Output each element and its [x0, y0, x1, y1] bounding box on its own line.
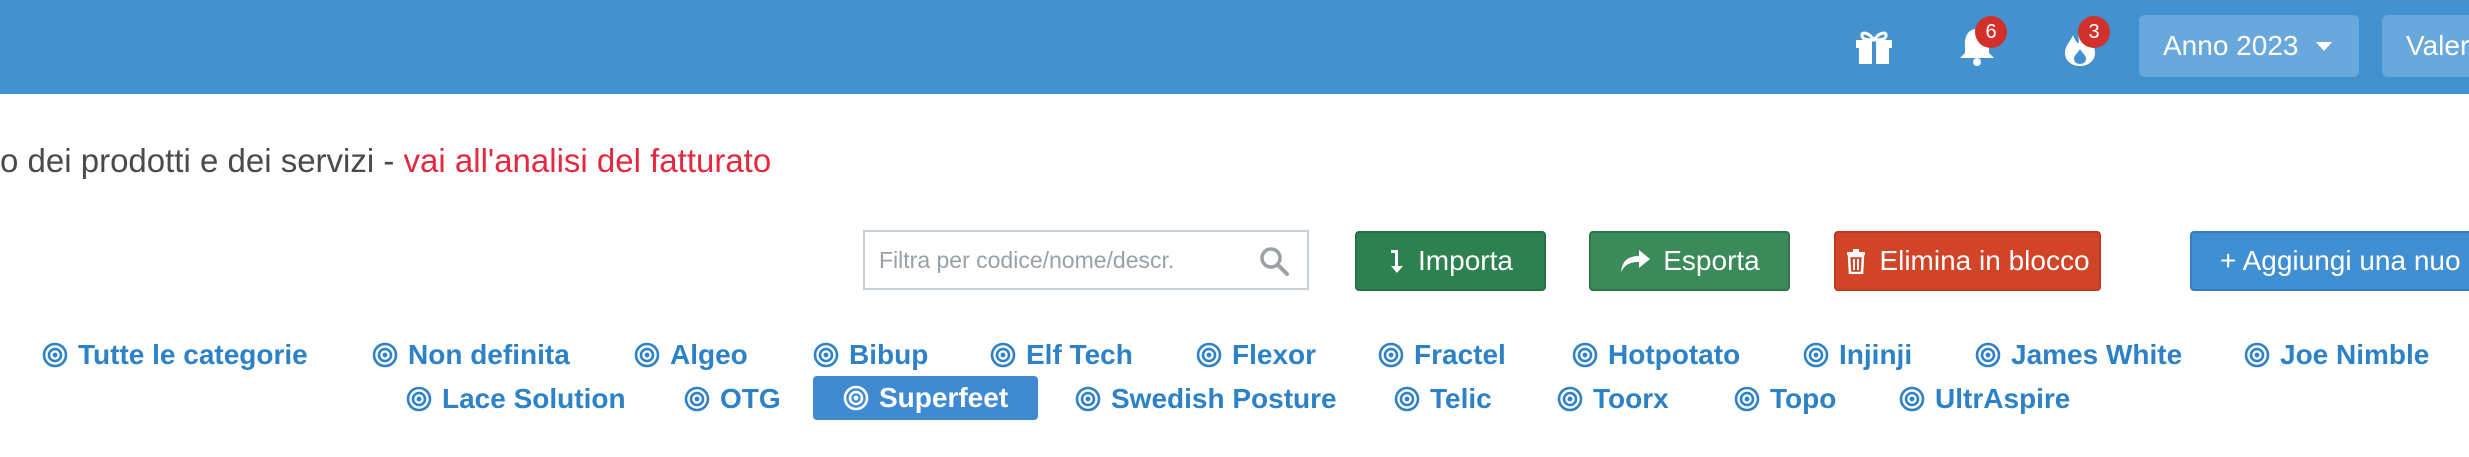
- category-item[interactable]: Flexor: [1196, 333, 1316, 377]
- target-icon: [634, 342, 660, 368]
- trash-icon: [1847, 249, 1866, 274]
- target-icon: [684, 386, 710, 412]
- category-item[interactable]: UltrAspire: [1899, 377, 2070, 421]
- target-icon: [1557, 386, 1583, 412]
- target-icon: [2244, 342, 2270, 368]
- user-label: Valer: [2406, 30, 2469, 61]
- gift-icon[interactable]: [1850, 22, 1898, 70]
- fire-icon[interactable]: 3: [2056, 16, 2110, 70]
- revenue-analysis-link[interactable]: vai all'analisi del fatturato: [404, 142, 772, 179]
- target-icon: [1394, 386, 1420, 412]
- export-button[interactable]: Esporta: [1589, 231, 1790, 291]
- bell-icon[interactable]: 6: [1953, 16, 2007, 70]
- year-dropdown[interactable]: Anno 2023: [2139, 15, 2359, 77]
- category-item[interactable]: OTG: [684, 377, 781, 421]
- share-arrow-icon: [1621, 250, 1651, 272]
- category-item[interactable]: Joe Nimble: [2244, 333, 2429, 377]
- target-icon: [1803, 342, 1829, 368]
- import-label: Importa: [1418, 245, 1513, 276]
- category-item-active[interactable]: Superfeet: [813, 376, 1038, 420]
- add-new-button[interactable]: + Aggiungi una nuo: [2190, 231, 2469, 291]
- category-item[interactable]: Injinji: [1803, 333, 1912, 377]
- import-arrow-icon: [1391, 250, 1404, 273]
- category-item[interactable]: Elf Tech: [990, 333, 1133, 377]
- search-icon[interactable]: [1259, 246, 1289, 281]
- target-icon: [1899, 386, 1925, 412]
- target-icon: [1378, 342, 1404, 368]
- add-new-label: + Aggiungi una nuo: [2220, 245, 2461, 276]
- import-button[interactable]: Importa: [1355, 231, 1546, 291]
- category-item[interactable]: Lace Solution: [406, 377, 626, 421]
- target-icon: [1196, 342, 1222, 368]
- target-icon: [42, 342, 68, 368]
- category-item[interactable]: Topo: [1734, 377, 1836, 421]
- category-item[interactable]: Swedish Posture: [1075, 377, 1337, 421]
- user-menu-button[interactable]: Valer: [2382, 15, 2469, 77]
- alerts-badge: 3: [2078, 16, 2110, 48]
- category-item[interactable]: Fractel: [1378, 333, 1506, 377]
- category-item[interactable]: Algeo: [634, 333, 748, 377]
- category-item[interactable]: Tutte le categorie: [42, 333, 308, 377]
- category-item[interactable]: Hotpotato: [1572, 333, 1740, 377]
- export-label: Esporta: [1663, 245, 1760, 276]
- target-icon: [1572, 342, 1598, 368]
- category-item[interactable]: Bibup: [813, 333, 928, 377]
- subtitle-text: o dei prodotti e dei servizi -: [0, 142, 404, 179]
- target-icon: [1975, 342, 2001, 368]
- bulk-delete-button[interactable]: Elimina in blocco: [1834, 231, 2101, 291]
- notifications-badge: 6: [1975, 16, 2007, 48]
- target-icon: [990, 342, 1016, 368]
- target-icon: [813, 342, 839, 368]
- target-icon: [843, 385, 869, 411]
- page-subtitle: o dei prodotti e dei servizi - vai all'a…: [0, 142, 771, 180]
- target-icon: [1075, 386, 1101, 412]
- category-item[interactable]: Toorx: [1557, 377, 1669, 421]
- category-item[interactable]: Telic: [1394, 377, 1492, 421]
- target-icon: [406, 386, 432, 412]
- caret-down-icon: [2316, 41, 2333, 51]
- category-item[interactable]: James White: [1975, 333, 2182, 377]
- target-icon: [1734, 386, 1760, 412]
- bulk-delete-label: Elimina in blocco: [1879, 245, 2090, 276]
- search-input[interactable]: [865, 245, 1251, 275]
- year-label: Anno 2023: [2163, 30, 2299, 61]
- search-box: [863, 230, 1309, 290]
- top-navbar: 6 3 Anno 2023 Valer: [0, 0, 2469, 94]
- category-item[interactable]: Non definita: [372, 333, 570, 377]
- target-icon: [372, 342, 398, 368]
